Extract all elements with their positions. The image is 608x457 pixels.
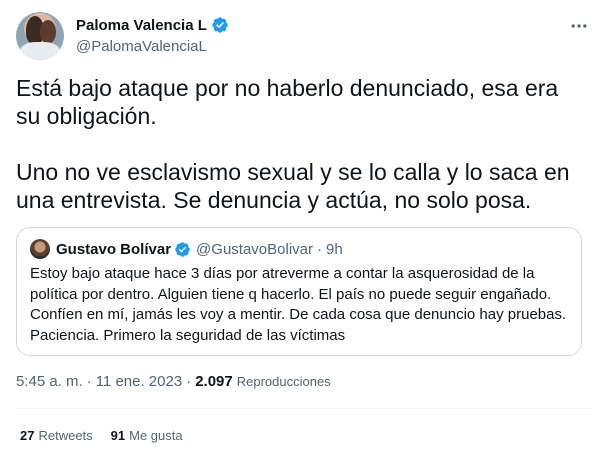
views-count: 2.097 [195, 373, 233, 390]
retweets-count: 27 [20, 428, 35, 443]
tweet: Paloma Valencia L @PalomaValenciaL Está … [0, 0, 608, 457]
author-display-name[interactable]: Paloma Valencia L [76, 17, 207, 34]
author-handle[interactable]: @PalomaValenciaL [76, 38, 229, 55]
quoted-author-display-name: Gustavo Bolívar [56, 240, 172, 258]
meta-separator-2: · [186, 373, 192, 390]
quoted-time: 9h [326, 240, 343, 258]
views-label: Reproducciones [236, 374, 331, 389]
author-avatar[interactable] [16, 12, 64, 60]
retweets-label: Retweets [38, 428, 93, 443]
author-names: Paloma Valencia L @PalomaValenciaL [76, 15, 229, 55]
verified-badge-icon [212, 17, 228, 33]
tweet-text: Está bajo ataque por no haberlo denuncia… [16, 75, 570, 213]
more-horizontal-icon[interactable] [568, 16, 590, 32]
divider [16, 408, 592, 409]
tweet-date[interactable]: 11 ene. 2023 [96, 373, 182, 390]
tweet-meta: 5:45 a. m. · 11 ene. 2023 · 2.097 Reprod… [16, 373, 331, 390]
likes-stat[interactable]: 91 Me gusta [111, 428, 183, 443]
quoted-tweet-header: Gustavo Bolívar @GustavoBolivar · 9h [30, 239, 343, 259]
likes-label: Me gusta [129, 428, 183, 443]
retweets-stat[interactable]: 27 Retweets [20, 428, 93, 443]
quoted-verified-badge-icon [175, 241, 190, 257]
tweet-time[interactable]: 5:45 a. m. [16, 373, 83, 390]
likes-count: 91 [110, 428, 126, 443]
quoted-tweet-text: Estoy bajo ataque hace 3 días por atreve… [30, 265, 567, 344]
more-dots-icon [571, 24, 587, 28]
quoted-author-avatar [30, 239, 50, 259]
quoted-separator: · [317, 240, 322, 258]
tweet-header: Paloma Valencia L @PalomaValenciaL [16, 10, 592, 62]
quoted-author-handle: @GustavoBolivar [196, 240, 313, 258]
meta-separator: · [86, 373, 92, 390]
quoted-tweet[interactable]: Gustavo Bolívar @GustavoBolivar · 9h Est… [16, 227, 582, 356]
tweet-stats: 27 Retweets 91 Me gusta [20, 428, 201, 443]
